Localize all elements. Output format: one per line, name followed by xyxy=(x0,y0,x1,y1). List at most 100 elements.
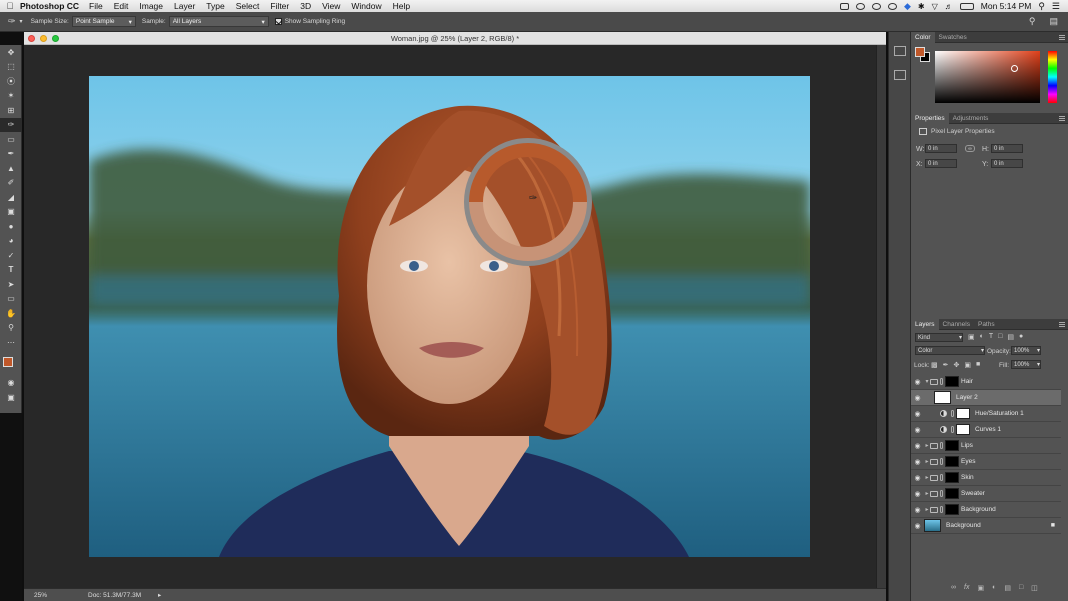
marquee-tool-icon[interactable]: ⬚ xyxy=(0,60,22,75)
menu-select[interactable]: Select xyxy=(236,1,260,11)
visibility-eye-icon[interactable]: ◉ xyxy=(911,426,924,434)
layer-row-layer-2[interactable]: ◉ Layer 2 xyxy=(911,390,1061,406)
layer-name[interactable]: Eyes xyxy=(961,458,975,465)
mask-link-icon[interactable] xyxy=(951,426,954,433)
tab-layers[interactable]: Layers xyxy=(911,318,939,330)
mask-link-icon[interactable] xyxy=(940,474,943,481)
mask-link-icon[interactable] xyxy=(940,442,943,449)
delete-layer-icon[interactable]: ◫ xyxy=(1031,584,1038,592)
pen-tool-icon[interactable]: ✓ xyxy=(0,248,22,263)
tab-adjustments[interactable]: Adjustments xyxy=(949,113,993,124)
screen-record-icon[interactable] xyxy=(839,2,849,10)
layer-thumbnail[interactable] xyxy=(924,519,941,532)
layer-style-icon[interactable]: fx xyxy=(964,584,969,592)
mask-link-icon[interactable] xyxy=(940,490,943,497)
x-field[interactable]: 0 in xyxy=(925,159,957,168)
close-window-button[interactable] xyxy=(28,35,35,42)
spotlight-icon[interactable]: ⚲ xyxy=(1038,1,1045,12)
sample-layers-dropdown[interactable]: All Layers ▾ xyxy=(168,16,269,27)
minimize-window-button[interactable] xyxy=(40,35,47,42)
history-brush-tool-icon[interactable]: ✐ xyxy=(0,176,22,191)
type-tool-icon[interactable]: T xyxy=(0,263,22,278)
layer-mask-thumbnail[interactable] xyxy=(945,504,959,515)
mask-link-icon[interactable] xyxy=(940,378,943,385)
dodge-tool-icon[interactable]: ◕ xyxy=(0,234,22,249)
healing-tool-icon[interactable]: ▭ xyxy=(0,132,22,147)
lock-pixels-icon[interactable]: ✒ xyxy=(943,361,949,369)
layer-name[interactable]: Background xyxy=(961,506,996,513)
menu-clock[interactable]: Mon 5:14 PM xyxy=(981,1,1032,11)
hue-slider[interactable] xyxy=(1048,51,1057,103)
layer-name[interactable]: Hair xyxy=(961,378,973,385)
eyedropper-preset-icon[interactable]: ✑ xyxy=(8,16,16,27)
sync-icon[interactable] xyxy=(871,2,881,10)
filter-shape-icon[interactable]: □ xyxy=(998,333,1002,341)
layer-name[interactable]: Background xyxy=(946,522,981,529)
path-select-tool-icon[interactable]: ➤ xyxy=(0,277,22,292)
dropbox-icon[interactable]: ◆ xyxy=(904,1,911,12)
menu-file[interactable]: File xyxy=(89,1,103,11)
visibility-eye-icon[interactable]: ◉ xyxy=(911,506,924,514)
layer-name[interactable]: Hue/Saturation 1 xyxy=(975,410,1024,417)
lock-all-icon[interactable]: ■ xyxy=(976,361,980,369)
visibility-eye-icon[interactable]: ◉ xyxy=(911,490,924,498)
menu-filter[interactable]: Filter xyxy=(270,1,289,11)
layer-name[interactable]: Skin xyxy=(961,474,974,481)
menu-3d[interactable]: 3D xyxy=(300,1,311,11)
layer-row-skin[interactable]: ◉ ▸ Skin xyxy=(911,470,1061,486)
menu-edit[interactable]: Edit xyxy=(114,1,129,11)
zoom-tool-icon[interactable]: ⚲ xyxy=(0,321,22,336)
layer-row-background-group[interactable]: ◉ ▸ Background xyxy=(911,502,1061,518)
screen-mode-icon[interactable]: ▣ xyxy=(0,390,22,405)
panel-menu-icon[interactable] xyxy=(1059,321,1065,327)
layer-name[interactable]: Lips xyxy=(961,442,973,449)
add-mask-icon[interactable]: ▣ xyxy=(977,584,984,592)
menu-layer[interactable]: Layer xyxy=(174,1,195,11)
color-picker-cursor[interactable] xyxy=(1011,65,1018,72)
panel-menu-icon[interactable] xyxy=(1059,115,1065,121)
tab-properties[interactable]: Properties xyxy=(911,112,949,124)
stamp-tool-icon[interactable]: ▲ xyxy=(0,161,22,176)
lock-position-icon[interactable]: ✥ xyxy=(954,361,960,369)
layer-mask-thumbnail[interactable] xyxy=(945,472,959,483)
menu-view[interactable]: View xyxy=(322,1,340,11)
filter-toggle-icon[interactable]: ● xyxy=(1019,333,1023,341)
notification-center-icon[interactable]: ☰ xyxy=(1052,1,1060,12)
panel-menu-icon[interactable] xyxy=(1059,34,1065,40)
wifi-icon[interactable]: ▽ xyxy=(932,2,938,11)
menu-type[interactable]: Type xyxy=(206,1,224,11)
layer-row-sweater[interactable]: ◉ ▸ Sweater xyxy=(911,486,1061,502)
width-field[interactable]: 0 in xyxy=(925,144,957,153)
new-group-icon[interactable]: ▤ xyxy=(1004,584,1011,592)
workspace-icon[interactable]: ▤ xyxy=(1049,16,1058,27)
tab-channels[interactable]: Channels xyxy=(939,319,974,330)
visibility-eye-icon[interactable]: ◉ xyxy=(911,458,924,466)
visibility-eye-icon[interactable]: ◉ xyxy=(911,442,924,450)
quick-select-tool-icon[interactable]: ✶ xyxy=(0,89,22,104)
layer-thumbnail[interactable] xyxy=(934,391,951,404)
lasso-tool-icon[interactable]: ⦿ xyxy=(0,74,22,89)
move-tool-icon[interactable]: ✥ xyxy=(0,45,22,60)
crop-tool-icon[interactable]: ⊞ xyxy=(0,103,22,118)
hand-tool-icon[interactable]: ✋ xyxy=(0,306,22,321)
more-tools-icon[interactable]: ⋯ xyxy=(0,335,22,350)
link-layers-icon[interactable]: ∞ xyxy=(951,584,956,592)
brush-tool-icon[interactable]: ✒ xyxy=(0,147,22,162)
vertical-scrollbar[interactable] xyxy=(876,45,886,588)
battery-icon[interactable] xyxy=(959,2,974,10)
menu-window[interactable]: Window xyxy=(351,1,381,11)
layer-mask-thumbnail[interactable] xyxy=(956,408,970,419)
menu-image[interactable]: Image xyxy=(139,1,163,11)
layer-row-background[interactable]: ◉ Background ■ xyxy=(911,518,1061,534)
sampling-ring-checkbox[interactable] xyxy=(274,18,282,25)
clock-icon[interactable] xyxy=(887,2,897,10)
blend-mode-dropdown[interactable]: Color ▾ xyxy=(915,346,985,355)
volume-icon[interactable]: ♬ xyxy=(945,2,953,11)
layer-name[interactable]: Curves 1 xyxy=(975,426,1001,433)
lock-transparency-icon[interactable]: ▩ xyxy=(931,361,938,369)
layer-mask-thumbnail[interactable] xyxy=(945,376,959,387)
new-adjustment-icon[interactable]: ◐ xyxy=(992,584,996,592)
filter-type-icon[interactable]: T xyxy=(989,333,993,341)
layer-name[interactable]: Sweater xyxy=(961,490,985,497)
canvas-image[interactable]: ✑ xyxy=(89,76,810,557)
